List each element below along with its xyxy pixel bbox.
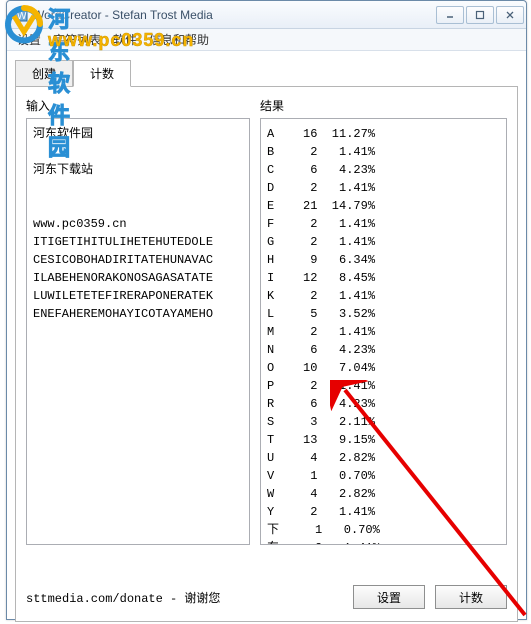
menubar: 设置 字符列表 软件 信息和帮助 <box>7 29 526 51</box>
settings-button[interactable]: 设置 <box>353 585 425 609</box>
app-window: W WordCreator - Stefan Trost Media 设置 字符… <box>6 0 527 620</box>
close-button[interactable] <box>496 6 524 24</box>
tab-create[interactable]: 创建 <box>15 60 73 87</box>
tab-panel-count: 输入 河东软件园 河东下载站 www.pc0359.cn ITIGETIHITU… <box>15 86 518 622</box>
maximize-button[interactable] <box>466 6 494 24</box>
input-label: 输入 <box>26 97 250 114</box>
menu-help[interactable]: 信息和帮助 <box>149 31 209 48</box>
titlebar[interactable]: W WordCreator - Stefan Trost Media <box>7 1 526 29</box>
input-textarea[interactable]: 河东软件园 河东下载站 www.pc0359.cn ITIGETIHITULIH… <box>26 118 250 545</box>
menu-software[interactable]: 软件 <box>113 31 137 48</box>
result-label: 结果 <box>260 97 507 114</box>
count-button[interactable]: 计数 <box>435 585 507 609</box>
result-textarea[interactable]: A 16 11.27% B 2 1.41% C 6 4.23% D 2 1.41… <box>260 118 507 545</box>
donate-text: sttmedia.com/donate - 谢谢您 <box>26 589 220 606</box>
svg-text:W: W <box>17 11 27 22</box>
app-icon: W <box>13 7 29 23</box>
window-title: WordCreator - Stefan Trost Media <box>33 8 436 22</box>
menu-settings[interactable]: 设置 <box>17 31 41 48</box>
minimize-button[interactable] <box>436 6 464 24</box>
tab-strip: 创建 计数 <box>7 51 526 86</box>
tab-count[interactable]: 计数 <box>73 60 131 87</box>
menu-charlist[interactable]: 字符列表 <box>53 31 101 48</box>
